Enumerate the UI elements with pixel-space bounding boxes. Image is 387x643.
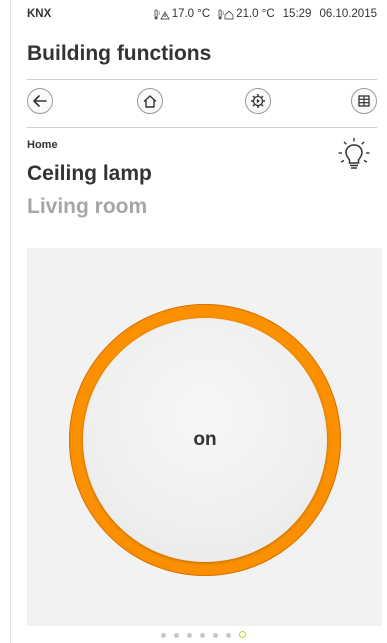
- page-title: Building functions: [27, 42, 212, 65]
- arrow-left-icon: [33, 95, 47, 107]
- clock-time: 15:29: [282, 8, 312, 20]
- grid-icon: [358, 95, 370, 107]
- control-panel: on: [27, 248, 382, 626]
- toolbar-divider: [27, 127, 377, 128]
- light-bulb-icon: [337, 137, 371, 178]
- outdoor-temperature: 17.0 °C: [154, 8, 210, 20]
- settings-button[interactable]: [245, 88, 271, 114]
- page-dot[interactable]: [226, 633, 231, 638]
- device-name: Ceiling lamp: [27, 162, 152, 185]
- page-indicator: [0, 631, 387, 641]
- header-divider: [27, 79, 377, 80]
- page-dot[interactable]: [174, 633, 179, 638]
- breadcrumb[interactable]: Home: [27, 139, 58, 151]
- switch-state-label: on: [193, 429, 217, 450]
- indoor-temperature: 21.0 °C: [218, 8, 275, 20]
- toolbar: [27, 88, 377, 118]
- room-name: Living room: [27, 195, 148, 218]
- indoor-thermometer-icon: [218, 9, 234, 19]
- page-dot-active[interactable]: [239, 631, 246, 638]
- back-button[interactable]: [27, 88, 53, 114]
- page-dot[interactable]: [187, 633, 192, 638]
- outdoor-thermometer-icon: [154, 9, 170, 19]
- grid-button[interactable]: [351, 88, 377, 114]
- on-off-toggle-button[interactable]: on: [83, 318, 327, 562]
- indoor-temp-value: 21.0 °C: [236, 8, 275, 20]
- brand-label: KNX: [27, 8, 52, 20]
- page-dot[interactable]: [161, 633, 166, 638]
- page-dot[interactable]: [200, 633, 205, 638]
- outdoor-temp-value: 17.0 °C: [171, 8, 211, 20]
- clock-date: 06.10.2015: [319, 8, 377, 20]
- switch-ring: on: [69, 304, 341, 576]
- page-dot[interactable]: [213, 633, 218, 638]
- gear-icon: [251, 94, 265, 108]
- status-bar: KNX 17.0 °C 21.0 °C 15:29 06.10.2015: [27, 8, 377, 24]
- home-button[interactable]: [137, 88, 163, 114]
- frame-border: [10, 0, 11, 643]
- house-icon: [143, 94, 157, 108]
